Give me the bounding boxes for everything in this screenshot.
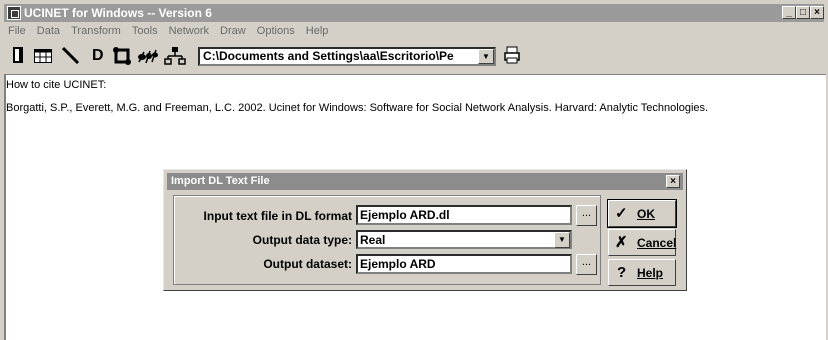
browse-output-button[interactable]: ... xyxy=(576,254,597,275)
close-button[interactable]: × xyxy=(810,6,824,19)
chevron-down-icon[interactable]: ▼ xyxy=(554,232,570,248)
checkmark-icon: ✓ xyxy=(615,205,628,222)
app-icon xyxy=(7,6,21,20)
netdraw-icon[interactable] xyxy=(112,46,132,66)
menu-data[interactable]: Data xyxy=(37,23,60,39)
folder-path-combobox[interactable]: C:\Documents and Settings\aa\Escritorio\… xyxy=(198,47,496,66)
menu-draw[interactable]: Draw xyxy=(220,23,246,39)
printer-icon[interactable] xyxy=(504,46,520,66)
network-icon[interactable] xyxy=(164,46,186,66)
menu-network[interactable]: Network xyxy=(169,23,209,39)
menu-transform[interactable]: Transform xyxy=(71,23,121,39)
menu-tools[interactable]: Tools xyxy=(132,23,158,39)
input-file-label: Input text file in DL format xyxy=(203,209,352,223)
maximize-button[interactable]: □ xyxy=(796,6,810,19)
dialog-fields-group: Input text file in DL format Ejemplo ARD… xyxy=(173,195,601,285)
menu-options[interactable]: Options xyxy=(257,23,295,39)
citation-text: Borgatti, S.P., Everett, M.G. and Freema… xyxy=(6,102,709,114)
ok-button[interactable]: ✓ OK xyxy=(607,199,677,228)
window-title: UCINET for Windows -- Version 6 xyxy=(24,6,212,20)
help-button[interactable]: ? Help xyxy=(608,259,676,286)
chevron-down-icon[interactable]: ▼ xyxy=(478,49,494,64)
import-dl-dialog: Import DL Text File × Input text file in… xyxy=(163,169,687,291)
output-dataset-label: Output dataset: xyxy=(263,257,352,271)
text-d-icon[interactable]: D xyxy=(92,46,104,66)
cancel-button[interactable]: ✗ Cancel xyxy=(608,229,676,256)
menu-file[interactable]: File xyxy=(8,23,26,39)
menu-bar: File Data Transform Tools Network Draw O… xyxy=(4,23,824,39)
question-icon: ? xyxy=(617,264,627,281)
ant-icon[interactable] xyxy=(136,46,160,66)
menu-help[interactable]: Help xyxy=(306,23,329,39)
browse-input-button[interactable]: ... xyxy=(576,205,597,226)
output-type-label: Output data type: xyxy=(252,233,352,247)
title-bar: UCINET for Windows -- Version 6 _ □ × xyxy=(4,4,824,22)
minimize-button[interactable]: _ xyxy=(782,6,796,19)
x-icon: ✗ xyxy=(615,234,628,251)
dialog-close-icon[interactable]: × xyxy=(666,175,680,188)
toolbar: D C:\Documents and Settings\aa\Escritori… xyxy=(4,40,824,72)
ucinet-window: UCINET for Windows -- Version 6 _ □ × Fi… xyxy=(0,0,828,340)
dialog-title: Import DL Text File xyxy=(171,175,270,187)
spreadsheet-icon[interactable] xyxy=(34,46,52,66)
dialog-title-bar: Import DL Text File × xyxy=(167,173,683,190)
line-icon[interactable] xyxy=(61,46,80,66)
output-type-select[interactable]: Real xyxy=(356,230,572,249)
output-dataset-field[interactable]: Ejemplo ARD xyxy=(356,254,572,274)
input-file-field[interactable]: Ejemplo ARD.dl xyxy=(356,205,572,225)
open-file-icon[interactable] xyxy=(12,46,24,66)
cite-heading: How to cite UCINET: xyxy=(6,79,107,91)
